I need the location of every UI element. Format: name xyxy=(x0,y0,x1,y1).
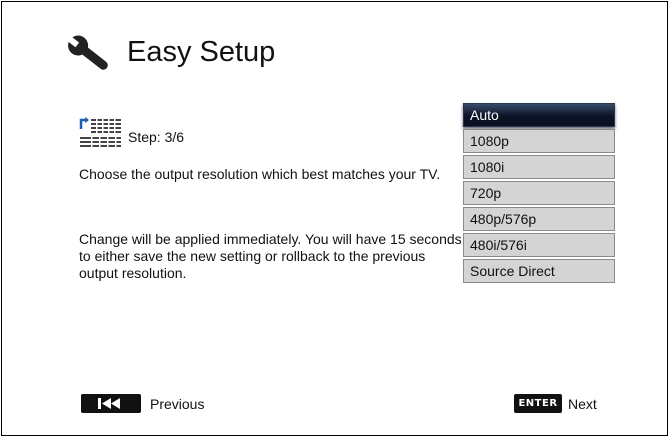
resolution-options: Auto 1080p 1080i 720p 480p/576p 480i/576… xyxy=(463,103,615,285)
option-1080p[interactable]: 1080p xyxy=(463,129,615,153)
option-source-direct[interactable]: Source Direct xyxy=(463,259,615,283)
setup-dialog: Easy Setup Step: 3/6 Choose the output r… xyxy=(1,1,668,436)
option-1080i[interactable]: 1080i xyxy=(463,155,615,179)
apply-note-text: Change will be applied immediately. You … xyxy=(79,231,462,281)
wrench-icon xyxy=(67,35,108,70)
next-label[interactable]: Next xyxy=(568,396,597,412)
grid-step-icon xyxy=(79,117,121,148)
option-480i-576i[interactable]: 480i/576i xyxy=(463,233,615,257)
previous-label[interactable]: Previous xyxy=(150,396,204,412)
skip-back-icon[interactable] xyxy=(81,394,141,413)
page-title: Easy Setup xyxy=(127,36,276,68)
step-indicator: Step: 3/6 xyxy=(128,129,185,145)
instruction-text: Choose the output resolution which best … xyxy=(79,166,441,182)
option-720p[interactable]: 720p xyxy=(463,181,615,205)
option-auto[interactable]: Auto xyxy=(463,103,615,127)
enter-key-icon[interactable]: ENTER xyxy=(514,394,562,413)
option-480p-576p[interactable]: 480p/576p xyxy=(463,207,615,231)
